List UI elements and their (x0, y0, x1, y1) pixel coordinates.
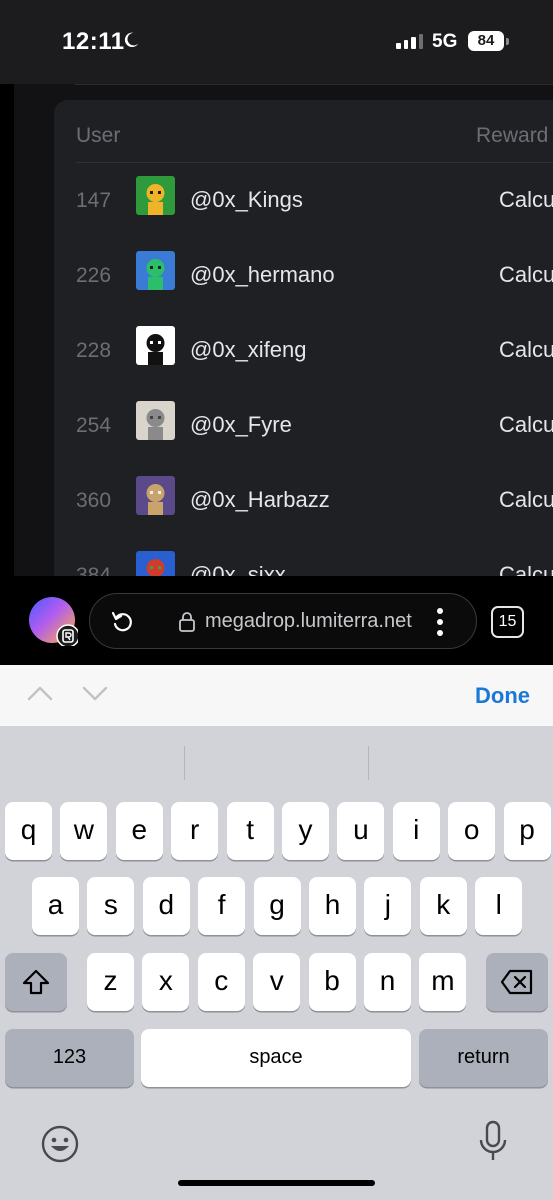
key-t[interactable]: t (226, 802, 274, 860)
leaderboard-row[interactable]: 147 @0x_Kings Calcu (0, 163, 553, 238)
key-u[interactable]: u (337, 802, 385, 860)
emoji-icon[interactable] (40, 1124, 80, 1164)
key-y[interactable]: y (282, 802, 329, 860)
leaderboard-row[interactable]: 226 @0x_hermano Calcu (0, 238, 553, 313)
row-rank: 147 (76, 189, 112, 212)
row-reward: Calcu (499, 412, 553, 437)
prediction-divider (184, 746, 185, 780)
chevron-down-icon[interactable] (81, 683, 109, 703)
key-e[interactable]: e (115, 802, 163, 860)
row-rank: 360 (76, 489, 112, 512)
return-key[interactable]: return (419, 1029, 548, 1087)
leaderboard-row[interactable]: 228 @0x_xifeng Calcu (0, 313, 553, 388)
web-content[interactable]: User Reward 147 @0x_Kings Calcu 226 @0x_herm… (0, 84, 553, 576)
key-q[interactable]: q (5, 802, 52, 860)
divider (74, 84, 553, 85)
key-l[interactable]: l (475, 877, 523, 935)
key-s[interactable]: s (87, 877, 135, 935)
user-avatar (136, 401, 175, 440)
user-avatar (136, 176, 175, 215)
status-time: 12:11 (62, 28, 125, 55)
battery-indicator: 84 (468, 31, 504, 51)
more-vertical-icon[interactable] (436, 608, 444, 636)
key-x[interactable]: x (142, 953, 190, 1011)
battery-tip (506, 38, 509, 45)
backspace-key[interactable] (486, 953, 548, 1011)
key-n[interactable]: n (364, 953, 411, 1011)
row-reward: Calcu (499, 562, 553, 576)
key-g[interactable]: g (253, 877, 301, 935)
prediction-divider (368, 746, 369, 780)
shift-key[interactable] (5, 953, 67, 1011)
row-rank: 254 (76, 414, 112, 437)
shift-icon (22, 969, 50, 995)
key-i[interactable]: i (392, 802, 440, 860)
row-rank: 228 (76, 339, 112, 362)
row-rank: 384 (76, 564, 112, 576)
backspace-icon (500, 969, 533, 995)
home-indicator (178, 1180, 375, 1186)
key-c[interactable]: c (197, 953, 245, 1011)
profile-avatar-icon[interactable] (28, 596, 78, 646)
key-o[interactable]: o (448, 802, 496, 860)
key-z[interactable]: z (87, 953, 134, 1011)
done-button[interactable]: Done (475, 683, 530, 709)
key-v[interactable]: v (253, 953, 301, 1011)
column-header-reward: Reward (476, 124, 549, 147)
key-k[interactable]: k (419, 877, 467, 935)
tab-count-button[interactable]: 15 (491, 606, 524, 638)
lock-icon (179, 612, 195, 632)
row-reward: Calcu (499, 487, 553, 512)
microphone-icon[interactable] (478, 1120, 508, 1164)
reload-icon[interactable] (110, 609, 136, 635)
key-m[interactable]: m (419, 953, 467, 1011)
network-type: 5G (432, 31, 458, 52)
key-h[interactable]: h (309, 877, 356, 935)
leaderboard-row[interactable]: 384 @0x_sixx Calcu (0, 538, 553, 576)
numbers-key[interactable]: 123 (5, 1029, 134, 1087)
leaderboard-row[interactable]: 254 @0x_Fyre Calcu (0, 388, 553, 463)
key-r[interactable]: r (171, 802, 219, 860)
signal-icon (396, 33, 423, 49)
user-avatar (136, 326, 175, 365)
row-rank: 226 (76, 264, 112, 287)
key-w[interactable]: w (60, 802, 108, 860)
space-key[interactable]: space (141, 1029, 411, 1087)
row-reward: Calcu (499, 337, 553, 362)
user-avatar (136, 251, 175, 290)
row-reward: Calcu (499, 187, 553, 212)
status-bar: 12:11 5G 84 (0, 0, 553, 84)
row-username[interactable]: @0x_Fyre (190, 412, 292, 438)
key-b[interactable]: b (308, 953, 356, 1011)
row-username[interactable]: @0x_xifeng (190, 337, 307, 363)
moon-icon (124, 32, 139, 48)
key-p[interactable]: p (503, 802, 551, 860)
leaderboard-row[interactable]: 360 @0x_Harbazz Calcu (0, 463, 553, 538)
chevron-up-icon[interactable] (26, 683, 54, 703)
browser-toolbar: megadrop.lumiterra.net 15 (0, 576, 553, 665)
address-url[interactable]: megadrop.lumiterra.net (205, 610, 412, 633)
row-username[interactable]: @0x_Kings (190, 187, 303, 213)
row-username[interactable]: @0x_hermano (190, 262, 335, 288)
user-avatar (136, 476, 175, 515)
key-j[interactable]: j (364, 877, 412, 935)
column-header-user: User (76, 124, 121, 147)
row-username[interactable]: @0x_Harbazz (190, 487, 330, 513)
keyboard-accessory-bar: Done (0, 665, 553, 726)
key-a[interactable]: a (32, 877, 79, 935)
key-f[interactable]: f (198, 877, 246, 935)
user-avatar (136, 551, 175, 576)
row-username[interactable]: @0x_sixx (190, 562, 286, 576)
row-reward: Calcu (499, 262, 553, 287)
keyboard: q w e r t y u i o p a s d f g h j k l z x c v b n m 123 space return (0, 726, 553, 1200)
key-d[interactable]: d (142, 877, 190, 935)
